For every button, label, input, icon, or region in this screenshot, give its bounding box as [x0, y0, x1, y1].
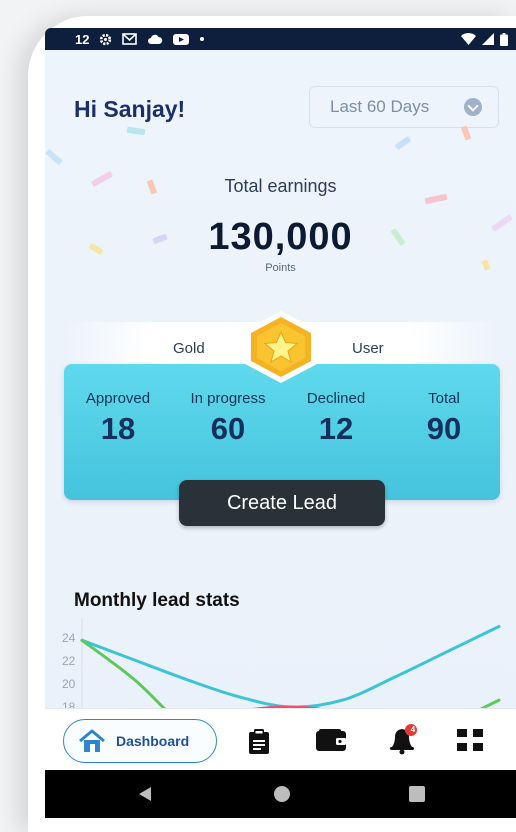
recents-icon[interactable]	[409, 786, 425, 802]
date-range-dropdown[interactable]: Last 60 Days	[309, 86, 499, 128]
dashboard-content: Hi Sanjay! Last 60 Days Total earnings 1…	[45, 50, 516, 730]
notification-count-badge: 4	[410, 725, 416, 734]
dot-icon	[200, 37, 205, 41]
create-lead-button[interactable]: Create Lead	[179, 480, 385, 526]
stat-declined: Declined 12	[286, 390, 386, 447]
stat-approved: Approved 18	[68, 390, 168, 447]
gmail-icon	[122, 33, 138, 45]
wifi-icon	[461, 33, 476, 45]
nav-dashboard-label: Dashboard	[116, 733, 190, 749]
confetti-piece	[126, 126, 146, 136]
stat-total: Total 90	[394, 390, 494, 447]
stat-value: 12	[318, 411, 354, 446]
stat-value: 18	[100, 411, 136, 446]
y-tick-label: 24	[62, 631, 76, 645]
y-tick-label: 22	[62, 654, 76, 668]
battery-icon	[500, 32, 508, 46]
status-bar: 12	[45, 28, 516, 50]
cloud-icon	[148, 34, 163, 44]
stat-in-progress: In progress 60	[178, 390, 278, 447]
wallet-icon[interactable]	[316, 729, 346, 751]
stat-label: In progress	[190, 390, 266, 407]
confetti-piece	[394, 135, 412, 151]
home-icon	[79, 729, 105, 752]
confetti-piece	[45, 148, 63, 166]
earnings-unit: Points	[265, 262, 296, 274]
tier-level-label: Gold	[173, 340, 205, 357]
stat-label: Approved	[85, 390, 151, 407]
stat-value: 60	[210, 411, 246, 446]
chart-series-line-0	[80, 625, 501, 709]
chevron-down-icon	[464, 98, 482, 116]
grid-icon[interactable]	[457, 729, 485, 753]
tier-role-label: User	[352, 340, 384, 357]
nav-dashboard[interactable]: Dashboard	[63, 719, 217, 763]
signal-icon	[482, 33, 494, 45]
stat-label: Total	[428, 390, 460, 407]
system-navigation-bar	[45, 770, 516, 818]
stat-label: Declined	[306, 390, 366, 407]
total-earnings-value: 130,000	[208, 216, 353, 258]
gear-icon	[100, 33, 112, 45]
back-icon[interactable]	[137, 786, 153, 802]
star-hexagon-icon	[245, 311, 317, 383]
clipboard-icon[interactable]	[247, 729, 271, 755]
date-range-label: Last 60 Days	[330, 97, 430, 116]
greeting-title: Hi Sanjay!	[74, 96, 186, 122]
bottom-navigation: Dashboard 4	[45, 708, 516, 779]
home-circle-icon[interactable]	[273, 785, 291, 803]
status-time: 12	[75, 31, 90, 47]
y-tick-label: 20	[62, 677, 76, 691]
phone-screen: 12 Hi Sanjay! Last 60 Days Total earning…	[45, 28, 516, 818]
youtube-icon	[173, 33, 190, 45]
chart-section-title: Monthly lead stats	[74, 590, 240, 611]
total-earnings-label: Total earnings	[224, 176, 337, 196]
stat-value: 90	[426, 411, 462, 446]
